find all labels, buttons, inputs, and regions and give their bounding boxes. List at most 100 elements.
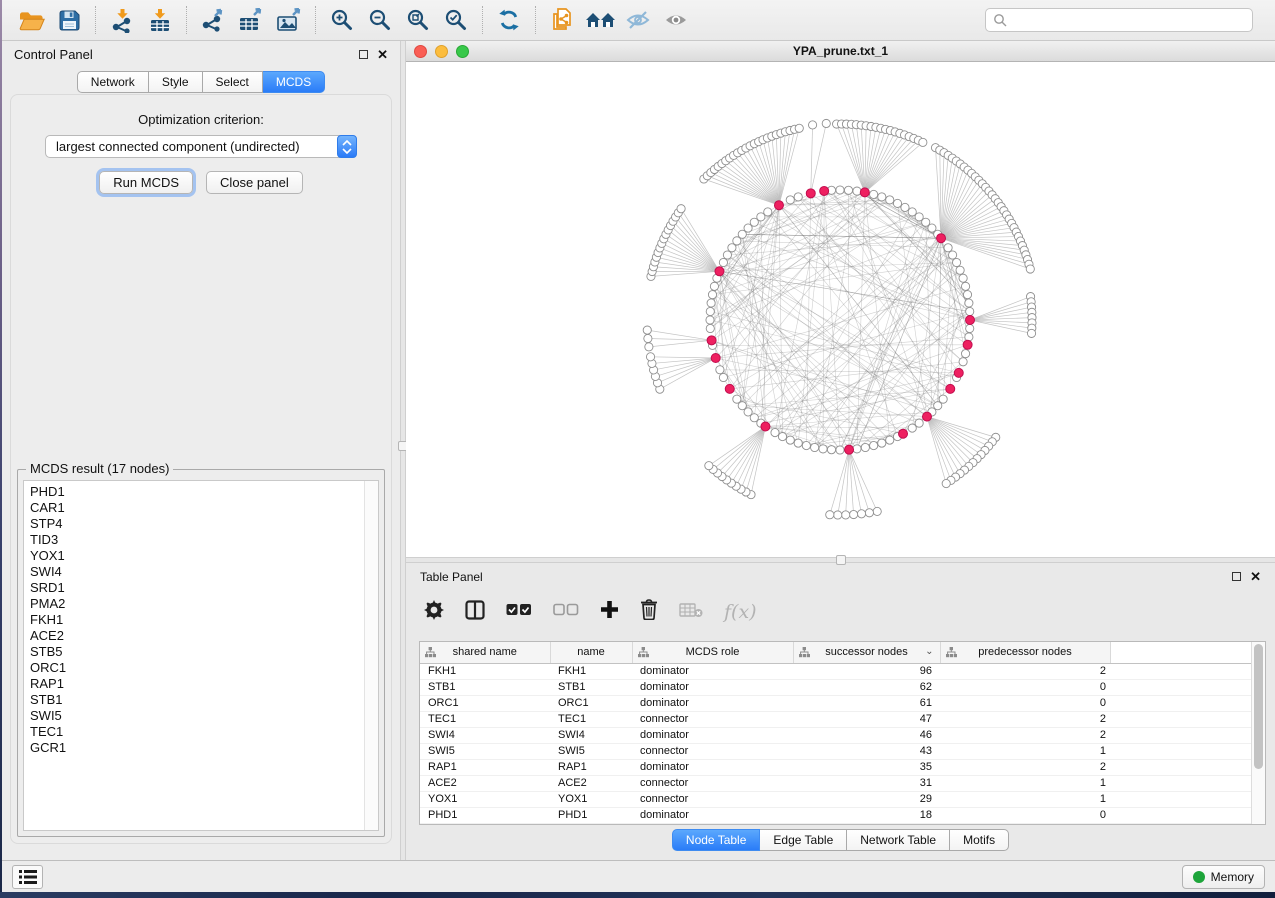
tab-mcds[interactable]: MCDS [263,71,325,93]
select-all-button[interactable] [506,603,532,621]
toolbar-separator [535,6,536,34]
column-header-MCDS-role[interactable]: MCDS role [632,642,793,663]
table-toolbar: f(x) [406,590,1275,634]
mcds-result-item[interactable]: GCR1 [30,740,364,756]
unchecked-boxes-icon [553,603,579,616]
table-row[interactable]: TEC1TEC1connector472 [420,711,1251,727]
show-column-button[interactable] [465,600,485,625]
status-bar: Memory [2,860,1275,893]
mcds-result-item[interactable]: STB5 [30,644,364,660]
close-panel-button[interactable]: Close panel [206,171,303,194]
toolbar-separator [482,6,483,34]
import-table-button[interactable] [141,3,179,37]
function-builder-button: f(x) [724,601,757,623]
column-header-successor-nodes[interactable]: successor nodes⌄ [793,642,940,663]
sort-chevron-icon: ⌄ [925,646,933,657]
checked-boxes-icon [506,603,532,616]
table-row[interactable]: FKH1FKH1dominator962 [420,663,1251,679]
search-input[interactable] [1012,13,1245,27]
criterion-dropdown[interactable]: largest connected component (undirected) [45,135,357,158]
tab-motifs[interactable]: Motifs [950,829,1009,851]
table-row[interactable]: YOX1YOX1connector291 [420,791,1251,807]
minimize-window-button[interactable] [435,45,448,58]
hide-selected-button[interactable] [619,3,657,37]
trash-icon [640,599,658,620]
mcds-result-item[interactable]: PMA2 [30,596,364,612]
mcds-result-item[interactable]: TEC1 [30,724,364,740]
column-header-predecessor-nodes[interactable]: predecessor nodes [940,642,1110,663]
zoom-fit-button[interactable] [399,3,437,37]
maximize-window-button[interactable] [456,45,469,58]
table-row[interactable]: RAP1RAP1dominator352 [420,759,1251,775]
import-table-icon [148,8,172,33]
node-table: shared namenameMCDS rolesuccessor nodes⌄… [420,642,1251,824]
delete-row-button[interactable] [640,599,658,625]
close-panel-icon[interactable]: ✕ [1250,570,1261,583]
mcds-result-item[interactable]: CAR1 [30,500,364,516]
table-row[interactable]: PHD1PHD1dominator180 [420,807,1251,823]
table-row[interactable]: SWI4SWI4dominator462 [420,727,1251,743]
task-history-button[interactable] [12,865,43,889]
mcds-result-item[interactable]: ORC1 [30,660,364,676]
network-canvas[interactable] [406,62,1275,557]
table-row[interactable]: SWI5SWI5connector431 [420,743,1251,759]
export-table-button[interactable] [232,3,270,37]
horizontal-splitter[interactable] [406,557,1275,563]
add-row-button[interactable] [600,600,619,624]
open-file-button[interactable] [12,3,50,37]
table-panel-title: Table Panel [420,570,483,584]
table-row[interactable]: ORC1ORC1dominator610 [420,695,1251,711]
table-row[interactable]: STB1STB1dominator620 [420,679,1251,695]
table-settings-button[interactable] [424,600,444,625]
first-neighbors-button[interactable] [543,3,581,37]
mcds-result-item[interactable]: SWI4 [30,564,364,580]
close-panel-icon[interactable]: ✕ [377,48,388,61]
zoom-out-button[interactable] [361,3,399,37]
zoom-in-button[interactable] [323,3,361,37]
control-panel: Control Panel ✕ NetworkStyleSelectMCDS O… [2,41,400,860]
tab-node-table[interactable]: Node Table [672,829,761,851]
scrollbar-thumb[interactable] [1254,644,1263,769]
table-scrollbar[interactable] [1251,642,1265,824]
mcds-result-item[interactable]: RAP1 [30,676,364,692]
mcds-result-item[interactable]: TID3 [30,532,364,548]
memory-button[interactable]: Memory [1182,865,1265,889]
column-type-icon [799,647,810,658]
tab-network[interactable]: Network [77,71,149,93]
mcds-result-item[interactable]: SWI5 [30,708,364,724]
result-list-scrollbar[interactable] [364,481,378,830]
mcds-result-item[interactable]: STB1 [30,692,364,708]
table-row[interactable]: ACE2ACE2connector311 [420,775,1251,791]
export-image-button[interactable] [270,3,308,37]
column-header-shared-name[interactable]: shared name [420,642,550,663]
tab-select[interactable]: Select [203,71,263,93]
float-panel-icon[interactable] [1232,572,1241,581]
mcds-result-item[interactable]: SRD1 [30,580,364,596]
run-mcds-button[interactable]: Run MCDS [99,171,193,194]
mcds-result-item[interactable]: YOX1 [30,548,364,564]
memory-status-icon [1193,871,1205,883]
refresh-layout-button[interactable] [490,3,528,37]
deselect-all-button[interactable] [553,603,579,621]
import-network-button[interactable] [103,3,141,37]
tab-edge-table[interactable]: Edge Table [760,829,847,851]
export-network-icon [200,8,226,32]
tab-style[interactable]: Style [149,71,203,93]
column-header-name[interactable]: name [550,642,632,663]
houses-button[interactable] [581,3,619,37]
splitter-grip[interactable] [836,555,846,565]
mcds-result-item[interactable]: PHD1 [30,484,364,500]
show-all-button[interactable] [657,3,695,37]
network-graph[interactable] [406,62,1275,557]
zoom-selected-icon [444,8,468,32]
close-window-button[interactable] [414,45,427,58]
mcds-result-item[interactable]: ACE2 [30,628,364,644]
tab-network-table[interactable]: Network Table [847,829,950,851]
search-field[interactable] [985,8,1253,32]
save-session-button[interactable] [50,3,88,37]
float-panel-icon[interactable] [359,50,368,59]
mcds-result-item[interactable]: FKH1 [30,612,364,628]
export-network-button[interactable] [194,3,232,37]
mcds-result-item[interactable]: STP4 [30,516,364,532]
zoom-selected-button[interactable] [437,3,475,37]
